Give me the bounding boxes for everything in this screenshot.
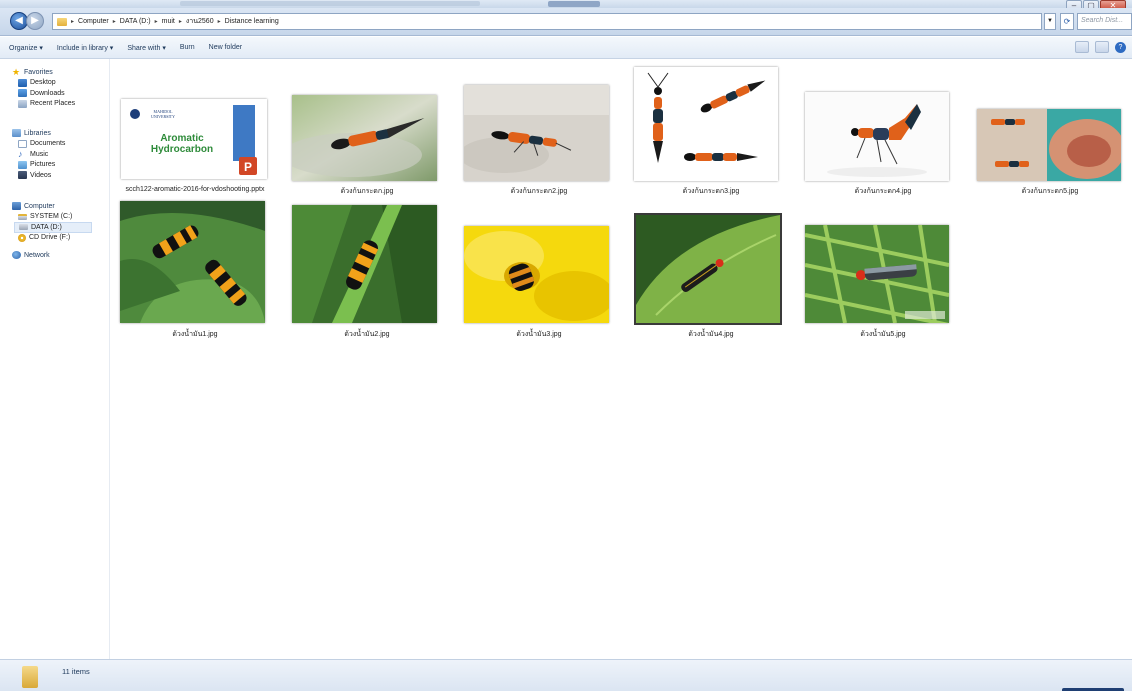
address-history-dropdown[interactable]: ▼ xyxy=(1044,13,1056,30)
videos-icon xyxy=(18,171,27,180)
search-input[interactable]: Search Dist... xyxy=(1077,13,1132,30)
sidebar-item-system-drive[interactable]: SYSTEM (C:) xyxy=(12,212,92,223)
share-with-button[interactable]: Share with ▾ xyxy=(127,44,166,52)
window-title-highlight xyxy=(548,1,600,7)
change-view-icon[interactable] xyxy=(1075,41,1089,53)
image-thumbnail xyxy=(120,201,265,323)
chevron-right-icon: ▸ xyxy=(71,19,75,25)
sidebar-item-documents[interactable]: Documents xyxy=(12,139,65,150)
navigation-pane: ★ Favorites Desktop Downloads Recent Plac… xyxy=(0,59,110,659)
hard-drive-icon xyxy=(19,224,28,231)
image-thumbnail xyxy=(464,85,609,181)
libraries-icon xyxy=(12,129,21,138)
file-name: ด้วงน้ำมัน3.jpg xyxy=(516,331,562,338)
file-name: scch122-aromatic-2016-for-vdoshooting.pp… xyxy=(125,186,265,193)
sidebar-network[interactable]: Network xyxy=(12,250,50,261)
chevron-right-icon: ▸ xyxy=(112,19,116,25)
image-thumbnail xyxy=(292,205,437,323)
system-drive-icon xyxy=(18,213,27,220)
file-name: ด้วงน้ำมัน5.jpg xyxy=(860,331,906,338)
refresh-icon[interactable]: ⟳ xyxy=(1060,13,1074,30)
folder-icon xyxy=(57,17,67,26)
chevron-right-icon: ▸ xyxy=(154,19,158,25)
desktop-icon xyxy=(18,78,27,87)
view-controls: ? xyxy=(1075,41,1126,53)
breadcrumb-work-2560[interactable]: งาน2560 xyxy=(186,16,214,27)
downloads-icon xyxy=(18,89,27,98)
image-thumbnail xyxy=(977,109,1121,181)
address-bar[interactable]: ▸ Computer ▸ DATA (D:) ▸ muit ▸ งาน2560 … xyxy=(52,13,1042,30)
file-name: ด้วงก้นกระดก2.jpg xyxy=(510,188,568,195)
image-thumbnail xyxy=(634,213,782,325)
file-name: ด้วงก้นกระดก4.jpg xyxy=(854,188,912,195)
file-name: ด้วงน้ำมัน4.jpg xyxy=(688,331,734,338)
computer-icon xyxy=(12,202,21,211)
svg-text:P: P xyxy=(244,160,252,174)
sidebar-item-downloads[interactable]: Downloads xyxy=(12,88,75,99)
music-icon: ♪ xyxy=(18,149,23,160)
sidebar-item-music[interactable]: ♪ Music xyxy=(12,149,65,160)
chevron-right-icon: ▸ xyxy=(178,19,182,25)
recent-places-icon xyxy=(18,99,27,108)
image-thumbnail xyxy=(805,225,949,323)
file-name: ด้วงก้นกระดก.jpg xyxy=(340,188,394,195)
sidebar-computer[interactable]: Computer xyxy=(12,201,92,212)
title-bar: – ▢ ✕ xyxy=(0,0,1132,12)
network-icon xyxy=(12,251,21,260)
new-folder-button[interactable]: New folder xyxy=(209,44,242,51)
sidebar-item-data-drive[interactable]: DATA (D:) xyxy=(14,222,92,233)
sidebar-item-pictures[interactable]: Pictures xyxy=(12,160,65,171)
image-thumbnail xyxy=(634,67,778,181)
sidebar-favorites[interactable]: ★ Favorites xyxy=(12,67,75,78)
forward-button[interactable]: ▶ xyxy=(26,12,44,30)
slide-logo-text: MAHIDOL UNIVERSITY xyxy=(151,109,175,119)
file-name: ด้วงก้นกระดก5.jpg xyxy=(1021,188,1079,195)
organize-button[interactable]: Organize ▾ xyxy=(9,44,43,52)
pptx-thumbnail: P MAHIDOL UNIVERSITY Aromatic Hydrocarbo… xyxy=(121,99,267,179)
network-group: Network xyxy=(12,250,50,261)
slide-title-text: Aromatic Hydrocarbon xyxy=(150,133,214,155)
image-thumbnail xyxy=(805,92,949,181)
file-name: ด้วงน้ำมัน1.jpg xyxy=(172,331,218,338)
help-icon[interactable]: ? xyxy=(1115,41,1126,53)
favorites-group: ★ Favorites Desktop Downloads Recent Plac… xyxy=(12,67,75,109)
breadcrumb-computer[interactable]: Computer xyxy=(78,18,109,25)
image-thumbnail xyxy=(464,226,609,323)
sidebar-item-recent-places[interactable]: Recent Places xyxy=(12,99,75,110)
pictures-icon xyxy=(18,160,27,169)
preview-pane-icon[interactable] xyxy=(1095,41,1109,53)
item-count: 11 items xyxy=(62,667,90,676)
folder-icon xyxy=(22,666,38,688)
file-name: ด้วงน้ำมัน2.jpg xyxy=(344,331,390,338)
status-bar: 11 items xyxy=(0,659,1132,691)
include-in-library-button[interactable]: Include in library ▾ xyxy=(57,44,113,52)
computer-group: Computer SYSTEM (C:) DATA (D:) CD Drive … xyxy=(12,201,92,243)
file-name: ด้วงก้นกระดก3.jpg xyxy=(682,188,740,195)
sidebar-item-desktop[interactable]: Desktop xyxy=(12,78,75,89)
sidebar-item-videos[interactable]: Videos xyxy=(12,170,65,181)
chevron-right-icon: ▸ xyxy=(217,19,221,25)
breadcrumb-data-drive[interactable]: DATA (D:) xyxy=(120,18,151,25)
sidebar-libraries[interactable]: Libraries xyxy=(12,128,65,139)
image-thumbnail xyxy=(292,95,437,181)
libraries-group: Libraries Documents ♪ Music Pictures Vide… xyxy=(12,128,65,181)
cd-drive-icon xyxy=(18,233,26,242)
breadcrumb-distance-learning[interactable]: Distance learning xyxy=(225,18,279,25)
file-list-view: P MAHIDOL UNIVERSITY Aromatic Hydrocarbo… xyxy=(111,59,1132,659)
sidebar-item-cd-drive[interactable]: CD Drive (F:) xyxy=(12,233,92,244)
command-bar: Organize ▾ Include in library ▾ Share wi… xyxy=(0,37,1132,59)
documents-icon xyxy=(18,139,27,148)
star-icon: ★ xyxy=(12,67,21,78)
breadcrumb-muit[interactable]: muit xyxy=(162,18,175,25)
burn-button[interactable]: Burn xyxy=(180,44,195,51)
address-row: ◀ ▶ ▸ Computer ▸ DATA (D:) ▸ muit ▸ งาน2… xyxy=(0,8,1132,36)
window-title-blurred xyxy=(180,1,480,6)
